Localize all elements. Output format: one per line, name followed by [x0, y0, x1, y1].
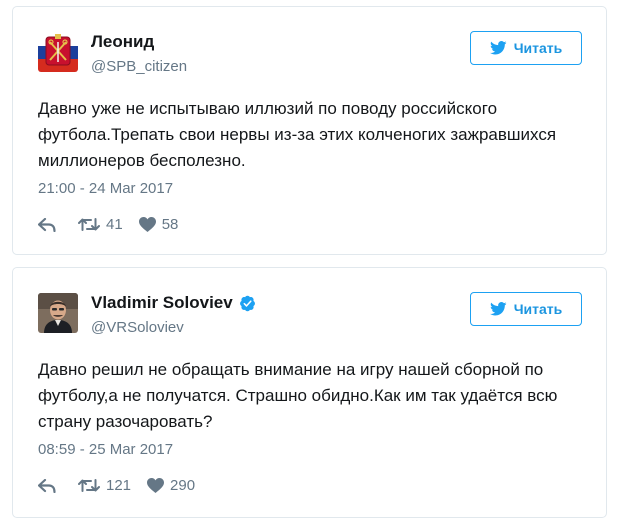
like-count: 58: [161, 216, 179, 233]
twitter-bird-icon: [489, 302, 507, 316]
follow-button[interactable]: Читать: [470, 31, 582, 65]
heart-icon: [147, 478, 165, 493]
tweet-actions: 41 58: [38, 216, 194, 233]
retweet-button[interactable]: 41: [78, 216, 123, 233]
reply-icon: [38, 217, 56, 232]
twitter-bird-icon: [489, 41, 507, 55]
follow-label: Читать: [513, 40, 563, 56]
follow-label: Читать: [513, 301, 563, 317]
follow-button[interactable]: Читать: [470, 292, 582, 326]
tweet-text: Давно решил не обращать внимание на игру…: [38, 360, 558, 431]
retweet-count: 41: [106, 216, 123, 233]
user-photo-icon: [38, 293, 78, 333]
like-button[interactable]: 58: [138, 216, 179, 233]
tweet-timestamp[interactable]: 21:00 - 24 Mar 2017: [38, 180, 173, 197]
heart-icon: [138, 217, 156, 232]
user-name[interactable]: Леонид: [91, 32, 154, 52]
tweet-actions: 121 290: [38, 477, 211, 494]
retweet-icon: [78, 479, 100, 492]
tweet-card[interactable]: Леонид @SPB_citizen Читать Давно уже не …: [12, 6, 607, 255]
like-button[interactable]: 290: [147, 477, 195, 494]
spb-coat-of-arms-icon: [38, 32, 78, 72]
user-handle[interactable]: @SPB_citizen: [91, 58, 187, 75]
reply-icon: [38, 478, 56, 493]
user-handle[interactable]: @VRSoloviev: [91, 319, 184, 336]
retweet-count: 121: [106, 477, 132, 494]
verified-badge-icon: [239, 295, 255, 311]
user-name-row[interactable]: Леонид: [91, 32, 154, 52]
retweet-icon: [78, 218, 100, 231]
reply-button[interactable]: [38, 217, 56, 232]
like-count: 290: [170, 477, 196, 494]
avatar[interactable]: [38, 32, 78, 72]
avatar[interactable]: [38, 293, 78, 333]
user-name[interactable]: Vladimir Soloviev: [91, 293, 233, 313]
reply-button[interactable]: [38, 478, 56, 493]
tweet-card[interactable]: Vladimir Soloviev @VRSoloviev Читать Дав…: [12, 267, 607, 518]
retweet-button[interactable]: 121: [78, 477, 131, 494]
tweet-text: Давно уже не испытываю иллюзий по поводу…: [38, 99, 557, 170]
user-name-row[interactable]: Vladimir Soloviev: [91, 293, 256, 313]
tweet-timestamp[interactable]: 08:59 - 25 Mar 2017: [38, 441, 173, 458]
